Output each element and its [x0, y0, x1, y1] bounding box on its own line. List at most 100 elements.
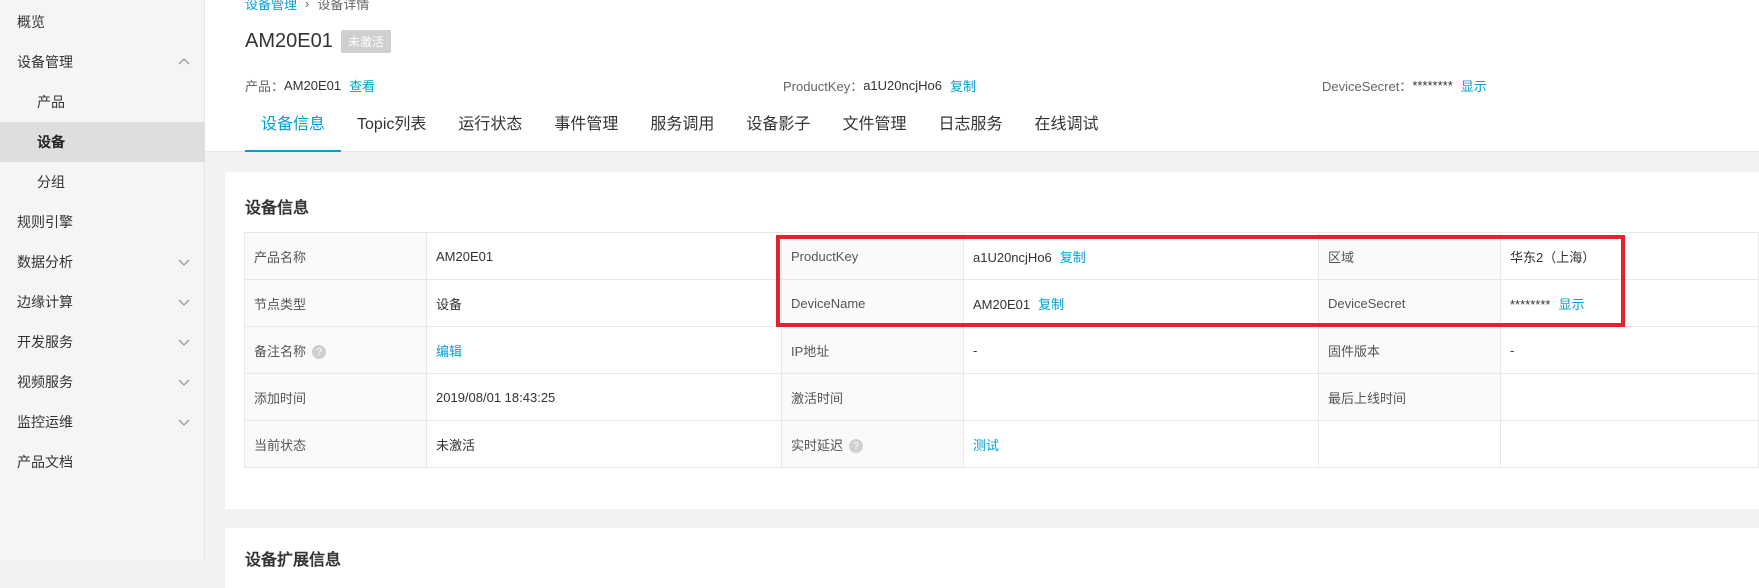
sidebar-item-edge-computing[interactable]: 边缘计算 [0, 282, 205, 322]
view-product-link[interactable]: 查看 [349, 76, 375, 95]
sidebar-item-product-docs[interactable]: 产品文档 [0, 442, 205, 482]
chevron-down-icon[interactable] [175, 373, 193, 391]
table-cell-value [1500, 420, 1759, 468]
sidebar-item-label: 产品 [37, 94, 65, 110]
table-row: 添加时间 2019/08/01 18:43:25 激活时间 最后上线时间 [244, 373, 1759, 421]
product-meta: 产品： AM20E01 查看 [245, 76, 375, 95]
device-info-card: 设备信息 产品名称 AM20E01 ProductKey a1U20ncjHo6… [225, 172, 1759, 509]
table-cell-value: 未激活 [426, 420, 782, 468]
table-cell-value: 华东2（上海） [1500, 232, 1759, 280]
table-row: 备注名称? 编辑 IP地址 - 固件版本 - [244, 326, 1759, 374]
edit-remark-link[interactable]: 编辑 [436, 344, 462, 359]
productkey-meta: ProductKey： a1U20ncjHo6 复制 [783, 76, 976, 95]
breadcrumb-link-device-management[interactable]: 设备管理 [245, 0, 297, 13]
table-row: 当前状态 未激活 实时延迟? 测试 [244, 420, 1759, 468]
status-badge: 未激活 [340, 30, 391, 53]
sidebar-item-video-services[interactable]: 视频服务 [0, 362, 205, 402]
table-cell-value: AM20E01 复制 [963, 279, 1319, 327]
chevron-down-icon[interactable] [175, 333, 193, 351]
sidebar-item-label: 数据分析 [17, 254, 73, 270]
sidebar-item-label: 产品文档 [17, 454, 73, 470]
table-cell-value: 设备 [426, 279, 782, 327]
table-cell-label: 固件版本 [1318, 326, 1501, 374]
table-row: 节点类型 设备 DeviceName AM20E01 复制 DeviceSecre… [244, 279, 1759, 327]
breadcrumb-separator-icon: › [305, 0, 310, 11]
breadcrumb-current: 设备详情 [317, 0, 370, 12]
sidebar-item-label: 开发服务 [17, 334, 73, 350]
main-content: 设备管理 › 设备详情 AM20E01 未激活 产品： AM20E01 查看 P… [205, 0, 1759, 588]
table-cell-label: 节点类型 [244, 279, 427, 327]
sidebar-item-dev-services[interactable]: 开发服务 [0, 322, 205, 362]
sidebar-item-rule-engine[interactable]: 规则引擎 [0, 202, 205, 242]
sidebar-item-product[interactable]: 产品 [0, 82, 205, 122]
section-title: 设备扩展信息 [245, 552, 342, 569]
title-row: AM20E01 未激活 [245, 30, 391, 53]
table-cell-value [1500, 373, 1759, 421]
sidebar-item-monitoring[interactable]: 监控运维 [0, 402, 205, 442]
devicesecret-value: ******** [1412, 78, 1453, 93]
tab-run-status[interactable]: 运行状态 [442, 108, 538, 152]
table-cell-value: AM20E01 [426, 232, 782, 280]
sidebar-item-overview[interactable]: 概览 [0, 2, 205, 42]
latency-label: 实时延迟 [791, 437, 844, 453]
show-devicesecret-link[interactable]: 显示 [1461, 76, 1487, 95]
remark-name-label: 备注名称 [254, 343, 307, 359]
table-cell-value: ******** 显示 [1500, 279, 1759, 327]
sidebar-item-data-analysis[interactable]: 数据分析 [0, 242, 205, 282]
table-cell-label: 最后上线时间 [1318, 373, 1501, 421]
tab-topic-list[interactable]: Topic列表 [341, 108, 442, 152]
chevron-up-icon[interactable] [175, 53, 193, 71]
tab-log-service[interactable]: 日志服务 [922, 108, 1018, 152]
productkey-label: ProductKey： [783, 79, 864, 94]
table-cell-value [963, 373, 1319, 421]
sidebar-item-label: 概览 [17, 14, 45, 30]
table-cell-label: 区域 [1318, 232, 1501, 280]
breadcrumb: 设备管理 › 设备详情 [245, 0, 369, 13]
section-title: 设备信息 [245, 200, 310, 217]
sidebar-item-label: 边缘计算 [17, 294, 73, 310]
table-row: 产品名称 AM20E01 ProductKey a1U20ncjHo6 复制 区域… [244, 232, 1759, 280]
chevron-down-icon[interactable] [175, 253, 193, 271]
test-latency-link[interactable]: 测试 [973, 438, 999, 453]
table-cell-label: 产品名称 [244, 232, 427, 280]
sidebar-item-device-management[interactable]: 设备管理 [0, 42, 205, 82]
table-cell-label: ProductKey [781, 232, 964, 280]
devicesecret-meta: DeviceSecret： ******** 显示 [1322, 76, 1487, 95]
table-cell-label [1318, 420, 1501, 468]
table-cell-value: - [1500, 326, 1759, 374]
extended-info-card: 设备扩展信息 [225, 528, 1759, 588]
tab-device-shadow[interactable]: 设备影子 [730, 108, 826, 152]
tab-online-debug[interactable]: 在线调试 [1018, 108, 1114, 152]
sidebar: 概览 设备管理 产品 设备 分组 规则引擎 数据分析 边缘计算 开发服务 视频服… [0, 0, 205, 560]
chevron-down-icon[interactable] [175, 413, 193, 431]
help-icon[interactable]: ? [849, 439, 864, 454]
productkey-value: a1U20ncjHo6 [973, 249, 1052, 265]
tab-bar: 设备信息 Topic列表 运行状态 事件管理 服务调用 设备影子 文件管理 日志… [245, 108, 1114, 152]
table-cell-label: 激活时间 [781, 373, 964, 421]
table-cell-label: 当前状态 [244, 420, 427, 468]
help-icon[interactable]: ? [312, 345, 327, 360]
copy-productkey-link[interactable]: 复制 [950, 76, 976, 95]
table-cell-value: a1U20ncjHo6 复制 [963, 232, 1319, 280]
tab-event-management[interactable]: 事件管理 [538, 108, 634, 152]
table-cell-label: 备注名称? [244, 326, 427, 374]
table-cell-label: 添加时间 [244, 373, 427, 421]
productkey-value: a1U20ncjHo6 [863, 78, 942, 93]
table-cell-value: 2019/08/01 18:43:25 [426, 373, 782, 421]
copy-productkey-link[interactable]: 复制 [1060, 250, 1086, 265]
chevron-down-icon[interactable] [175, 293, 193, 311]
sidebar-item-device[interactable]: 设备 [0, 122, 205, 162]
copy-devicename-link[interactable]: 复制 [1038, 297, 1064, 312]
devicesecret-label: DeviceSecret： [1322, 79, 1413, 94]
tab-device-info[interactable]: 设备信息 [245, 108, 342, 152]
show-devicesecret-link[interactable]: 显示 [1558, 297, 1584, 312]
sidebar-item-label: 规则引擎 [17, 214, 73, 230]
page-header: 设备管理 › 设备详情 AM20E01 未激活 产品： AM20E01 查看 P… [205, 0, 1759, 152]
device-info-table: 产品名称 AM20E01 ProductKey a1U20ncjHo6 复制 区域… [244, 232, 1759, 468]
table-cell-label: IP地址 [781, 326, 964, 374]
page-title: AM20E01 [245, 30, 333, 52]
sidebar-item-group[interactable]: 分组 [0, 162, 205, 202]
tab-service-call[interactable]: 服务调用 [634, 108, 730, 152]
devicesecret-value: ******** [1510, 296, 1551, 312]
tab-file-management[interactable]: 文件管理 [826, 108, 922, 152]
